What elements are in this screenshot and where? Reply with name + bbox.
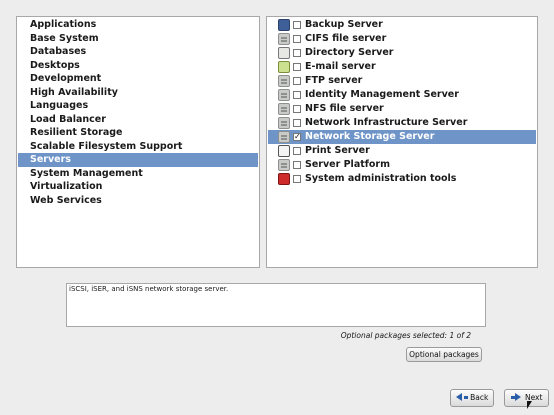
server-icon	[278, 89, 290, 101]
package-item[interactable]: FTP server	[268, 74, 536, 88]
package-checkbox[interactable]	[293, 105, 301, 113]
package-item[interactable]: Identity Management Server	[268, 88, 536, 102]
package-checkbox[interactable]	[293, 77, 301, 85]
back-button-label: Back	[470, 393, 489, 402]
monitor-icon	[278, 19, 290, 31]
group-item[interactable]: Desktops	[18, 59, 258, 73]
group-list: Applications Base System Databases Desktops…	[16, 16, 260, 268]
package-checkbox[interactable]	[293, 175, 301, 183]
group-item[interactable]: Scalable Filesystem Support	[18, 140, 258, 154]
package-label: Identity Management Server	[305, 89, 459, 100]
server-icon	[278, 75, 290, 87]
group-item[interactable]: Resilient Storage	[18, 126, 258, 140]
package-item[interactable]: Backup Server	[268, 18, 536, 32]
package-item[interactable]: E-mail server	[268, 60, 536, 74]
back-button[interactable]: Back	[450, 389, 494, 407]
back-arrow-icon	[455, 393, 462, 401]
server-icon	[278, 117, 290, 129]
group-item[interactable]: Languages	[18, 99, 258, 113]
server-icon	[278, 159, 290, 171]
optional-packages-status: Optional packages selected: 1 of 2	[340, 331, 471, 340]
package-item[interactable]: CIFS file server	[268, 32, 536, 46]
package-item[interactable]: Directory Server	[268, 46, 536, 60]
package-checkbox[interactable]	[293, 35, 301, 43]
package-item[interactable]: NFS file server	[268, 102, 536, 116]
package-label: E-mail server	[305, 61, 376, 72]
package-item[interactable]: Print Server	[268, 144, 536, 158]
group-item[interactable]: Applications	[18, 18, 258, 32]
directory-icon	[278, 47, 290, 59]
group-item[interactable]: High Availability	[18, 86, 258, 100]
group-item[interactable]: Development	[18, 72, 258, 86]
package-label: Network Storage Server	[305, 131, 435, 142]
package-checkbox[interactable]	[293, 91, 301, 99]
package-item[interactable]: System administration tools	[268, 172, 536, 186]
next-arrow-icon	[514, 393, 521, 401]
group-item[interactable]: Servers	[18, 153, 258, 167]
group-item[interactable]: Databases	[18, 45, 258, 59]
group-item[interactable]: Virtualization	[18, 180, 258, 194]
package-label: FTP server	[305, 75, 363, 86]
package-checkbox[interactable]	[293, 161, 301, 169]
package-label: NFS file server	[305, 103, 384, 114]
package-checkbox[interactable]: ✓	[293, 133, 301, 141]
server-icon	[278, 33, 290, 45]
package-description: iSCSI, iSER, and iSNS network storage se…	[66, 283, 486, 327]
package-label: Server Platform	[305, 159, 391, 170]
package-checkbox[interactable]	[293, 147, 301, 155]
mouse-cursor	[527, 401, 532, 409]
back-arrow-tail	[463, 395, 468, 399]
package-label: System administration tools	[305, 173, 457, 184]
package-item[interactable]: Server Platform	[268, 158, 536, 172]
package-label: Directory Server	[305, 47, 394, 58]
printer-icon	[278, 145, 290, 157]
package-label: CIFS file server	[305, 33, 387, 44]
package-checkbox[interactable]	[293, 119, 301, 127]
package-label: Backup Server	[305, 19, 383, 30]
group-item[interactable]: Base System	[18, 32, 258, 46]
group-item[interactable]: System Management	[18, 167, 258, 181]
group-item[interactable]: Web Services	[18, 194, 258, 208]
package-checkbox[interactable]	[293, 21, 301, 29]
mail-icon	[278, 61, 290, 73]
optional-packages-button-label: Optional packages	[409, 350, 479, 359]
package-checkbox[interactable]	[293, 49, 301, 57]
tools-icon	[278, 173, 290, 185]
package-item[interactable]: ✓ Network Storage Server	[268, 130, 536, 144]
package-item[interactable]: Network Infrastructure Server	[268, 116, 536, 130]
package-label: Print Server	[305, 145, 370, 156]
server-icon	[278, 103, 290, 115]
package-label: Network Infrastructure Server	[305, 117, 468, 128]
server-icon	[278, 131, 290, 143]
group-item[interactable]: Load Balancer	[18, 113, 258, 127]
optional-packages-button[interactable]: Optional packages	[406, 347, 482, 362]
package-list: Backup Server CIFS file server Directory S…	[266, 16, 538, 268]
package-checkbox[interactable]	[293, 63, 301, 71]
